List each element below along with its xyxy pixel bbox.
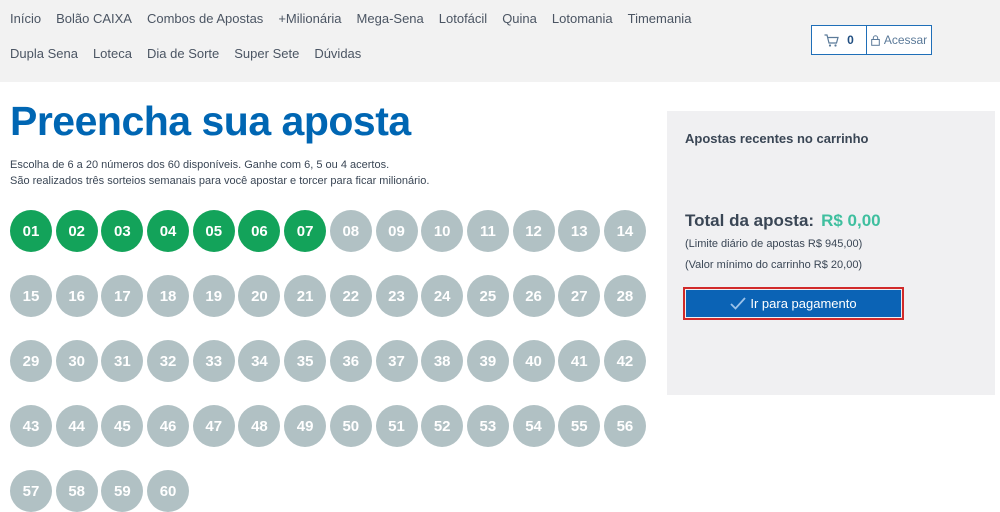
- number-ball-33[interactable]: 33: [192, 340, 235, 382]
- number-ball-27[interactable]: 27: [558, 275, 601, 317]
- number-ball-40[interactable]: 40: [512, 340, 555, 382]
- number-ball-49[interactable]: 49: [284, 405, 327, 447]
- number-ball-36[interactable]: 36: [329, 340, 372, 382]
- number-ball-55[interactable]: 55: [558, 405, 601, 447]
- number-ball-04[interactable]: 04: [147, 210, 190, 252]
- total-row: Total da aposta: R$ 0,00: [685, 211, 881, 231]
- nav-item-inicio[interactable]: Início: [10, 10, 41, 28]
- description-line-2: São realizados três sorteios semanais pa…: [10, 175, 430, 187]
- number-ball-37[interactable]: 37: [375, 340, 418, 382]
- nav-row-2: Dupla Sena Loteca Dia de Sorte Super Sete Dú…: [10, 45, 376, 63]
- number-ball-25[interactable]: 25: [466, 275, 509, 317]
- number-ball-47[interactable]: 47: [192, 405, 235, 447]
- number-ball-18[interactable]: 18: [147, 275, 190, 317]
- number-ball-52[interactable]: 52: [421, 405, 464, 447]
- total-label: Total da aposta:: [685, 211, 815, 230]
- number-ball-38[interactable]: 38: [421, 340, 464, 382]
- number-ball-24[interactable]: 24: [421, 275, 464, 317]
- number-ball-34[interactable]: 34: [238, 340, 281, 382]
- number-ball-42[interactable]: 42: [603, 340, 646, 382]
- login-button[interactable]: Acessar: [867, 26, 931, 54]
- number-ball-07[interactable]: 07: [284, 210, 327, 252]
- number-ball-06[interactable]: 06: [238, 210, 281, 252]
- nav-item-timemania[interactable]: Timemania: [628, 10, 692, 28]
- page-title: Preencha sua aposta: [10, 98, 411, 144]
- number-ball-15[interactable]: 15: [10, 275, 52, 317]
- number-ball-01[interactable]: 01: [10, 210, 52, 252]
- nav-item-quina[interactable]: Quina: [502, 10, 537, 28]
- pay-button[interactable]: Ir para pagamento: [686, 290, 901, 317]
- number-ball-54[interactable]: 54: [512, 405, 555, 447]
- number-ball-41[interactable]: 41: [558, 340, 601, 382]
- number-ball-03[interactable]: 03: [101, 210, 144, 252]
- number-ball-05[interactable]: 05: [192, 210, 235, 252]
- number-ball-48[interactable]: 48: [238, 405, 281, 447]
- number-ball-11[interactable]: 11: [466, 210, 509, 252]
- number-ball-43[interactable]: 43: [10, 405, 52, 447]
- number-ball-14[interactable]: 14: [603, 210, 646, 252]
- number-ball-16[interactable]: 16: [55, 275, 98, 317]
- daily-limit-note: (Limite diário de apostas R$ 945,00): [685, 238, 863, 250]
- nav-row-1: Início Bolão CAIXA Combos de Apostas +Milio…: [10, 10, 706, 28]
- number-ball-08[interactable]: 08: [329, 210, 372, 252]
- number-grid: 01 02 03 04 05 06 07 08 09 10 11 12 13 14 15 16 17 18 19 20…: [10, 210, 660, 512]
- number-ball-09[interactable]: 09: [375, 210, 418, 252]
- check-icon: [730, 297, 747, 310]
- number-ball-45[interactable]: 45: [101, 405, 144, 447]
- nav-item-bolao-caixa[interactable]: Bolão CAIXA: [56, 10, 132, 28]
- number-ball-35[interactable]: 35: [284, 340, 327, 382]
- cart-button[interactable]: 0: [812, 26, 867, 54]
- number-ball-23[interactable]: 23: [375, 275, 418, 317]
- number-ball-32[interactable]: 32: [147, 340, 190, 382]
- number-ball-13[interactable]: 13: [558, 210, 601, 252]
- cart-count: 0: [847, 33, 854, 47]
- cart-login-group: 0 Acessar: [811, 25, 932, 55]
- number-ball-57[interactable]: 57: [10, 470, 52, 512]
- pay-label: Ir para pagamento: [750, 296, 857, 311]
- top-navigation: Início Bolão CAIXA Combos de Apostas +Milio…: [0, 0, 1000, 82]
- cart-icon: [824, 33, 839, 47]
- number-ball-22[interactable]: 22: [329, 275, 372, 317]
- minimum-cart-note: (Valor mínimo do carrinho R$ 20,00): [685, 259, 863, 271]
- nav-item-mega-sena[interactable]: Mega-Sena: [357, 10, 424, 28]
- nav-item-duvidas[interactable]: Dúvidas: [314, 45, 361, 63]
- number-ball-20[interactable]: 20: [238, 275, 281, 317]
- number-ball-53[interactable]: 53: [466, 405, 509, 447]
- number-ball-29[interactable]: 29: [10, 340, 52, 382]
- number-ball-12[interactable]: 12: [512, 210, 555, 252]
- nav-item-lotomania[interactable]: Lotomania: [552, 10, 613, 28]
- number-ball-21[interactable]: 21: [284, 275, 327, 317]
- lock-icon: [871, 34, 880, 46]
- number-ball-39[interactable]: 39: [466, 340, 509, 382]
- number-ball-60[interactable]: 60: [147, 470, 190, 512]
- number-ball-51[interactable]: 51: [375, 405, 418, 447]
- number-ball-17[interactable]: 17: [101, 275, 144, 317]
- nav-item-combos-de-apostas[interactable]: Combos de Apostas: [147, 10, 263, 28]
- number-ball-50[interactable]: 50: [329, 405, 372, 447]
- total-value: R$ 0,00: [821, 211, 881, 230]
- number-ball-30[interactable]: 30: [55, 340, 98, 382]
- number-ball-44[interactable]: 44: [55, 405, 98, 447]
- number-ball-59[interactable]: 59: [101, 470, 144, 512]
- number-ball-10[interactable]: 10: [421, 210, 464, 252]
- nav-item-dia-de-sorte[interactable]: Dia de Sorte: [147, 45, 219, 63]
- login-label: Acessar: [883, 33, 928, 47]
- number-ball-56[interactable]: 56: [603, 405, 646, 447]
- number-ball-28[interactable]: 28: [603, 275, 646, 317]
- cart-summary-panel: Apostas recentes no carrinho Total da ap…: [667, 111, 995, 395]
- number-ball-02[interactable]: 02: [55, 210, 98, 252]
- nav-item-lotofacil[interactable]: Lotofácil: [439, 10, 487, 28]
- nav-item-super-sete[interactable]: Super Sete: [234, 45, 299, 63]
- nav-item-loteca[interactable]: Loteca: [93, 45, 132, 63]
- description-line-1: Escolha de 6 a 20 números dos 60 disponí…: [10, 159, 390, 171]
- number-ball-58[interactable]: 58: [55, 470, 98, 512]
- pay-button-focus-ring: Ir para pagamento: [683, 287, 904, 320]
- recent-bets-title: Apostas recentes no carrinho: [685, 131, 869, 146]
- number-ball-19[interactable]: 19: [192, 275, 235, 317]
- number-ball-31[interactable]: 31: [101, 340, 144, 382]
- number-ball-26[interactable]: 26: [512, 275, 555, 317]
- nav-item-mais-milionaria[interactable]: +Milionária: [278, 10, 341, 28]
- number-ball-46[interactable]: 46: [147, 405, 190, 447]
- nav-item-dupla-sena[interactable]: Dupla Sena: [10, 45, 78, 63]
